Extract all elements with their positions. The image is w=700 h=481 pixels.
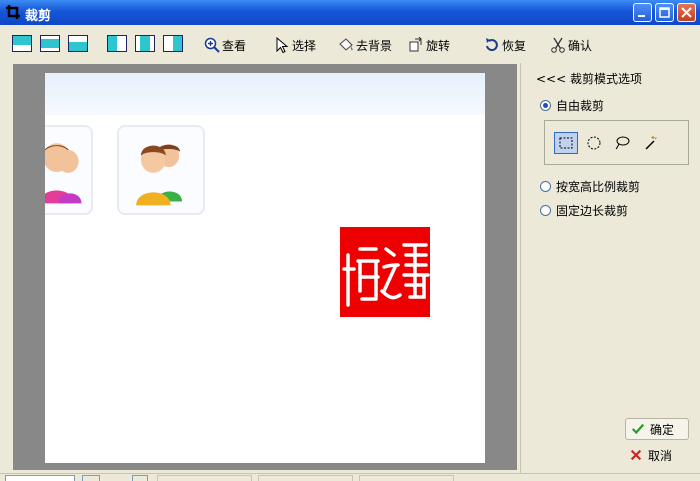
checkmark-icon bbox=[631, 423, 645, 435]
option-fixed-size-crop[interactable]: 固定边长裁剪 bbox=[540, 202, 628, 219]
magic-wand-icon bbox=[645, 136, 657, 150]
ok-label: 确定 bbox=[650, 422, 675, 437]
image-header-strip bbox=[45, 73, 485, 115]
option-aspect-ratio-crop[interactable]: 按宽高比例裁剪 bbox=[540, 178, 640, 195]
selection-tools bbox=[544, 120, 689, 165]
radio-unselected-icon[interactable] bbox=[540, 181, 551, 192]
rotate-button[interactable]: 旋转 bbox=[408, 36, 450, 54]
option-fixed-size-label: 固定边长裁剪 bbox=[556, 204, 629, 218]
cancel-x-icon bbox=[630, 449, 642, 461]
toolbar: 查看 选择 去背景 旋转 恢复 确认 bbox=[0, 25, 700, 64]
option-free-crop[interactable]: 自由裁剪 bbox=[540, 97, 604, 114]
rotate-label: 旋转 bbox=[426, 38, 451, 53]
status-section-3 bbox=[359, 475, 454, 481]
user-group-icon bbox=[136, 144, 182, 206]
layout-center-icon[interactable] bbox=[135, 35, 155, 52]
close-icon bbox=[681, 7, 692, 18]
radio-unselected-icon[interactable] bbox=[540, 205, 551, 216]
status-section-1 bbox=[157, 475, 252, 481]
crop-icon bbox=[6, 5, 20, 19]
collapse-arrows-icon: <<< bbox=[536, 72, 567, 86]
fit-button[interactable] bbox=[82, 475, 100, 481]
ellipse-select-icon bbox=[587, 136, 601, 150]
undo-icon bbox=[486, 38, 498, 52]
lasso-tool[interactable] bbox=[610, 132, 634, 154]
zoom-icon bbox=[204, 37, 220, 53]
avatar-image-left bbox=[45, 125, 93, 215]
confirm-button[interactable]: 确认 bbox=[550, 36, 592, 54]
confirm-label: 确认 bbox=[568, 38, 593, 53]
layout-right-icon[interactable] bbox=[163, 35, 183, 52]
view-label: 查看 bbox=[222, 38, 247, 53]
user-group-icon bbox=[45, 143, 82, 204]
layout-middle-icon[interactable] bbox=[40, 35, 60, 52]
option-free-crop-label: 自由裁剪 bbox=[556, 99, 605, 113]
minimize-button[interactable] bbox=[633, 3, 652, 22]
layout-bottom-icon[interactable] bbox=[68, 35, 88, 52]
actual-size-button[interactable] bbox=[132, 475, 148, 481]
lasso-icon bbox=[615, 136, 630, 150]
ok-button[interactable]: 确定 bbox=[625, 418, 689, 440]
rotate-icon bbox=[409, 37, 422, 52]
zoom-combo[interactable] bbox=[5, 475, 75, 481]
maximize-icon bbox=[659, 7, 670, 18]
maximize-button[interactable] bbox=[655, 3, 674, 22]
status-section-2 bbox=[258, 475, 353, 481]
panel-title-label: 裁剪模式选项 bbox=[570, 72, 643, 86]
restore-button[interactable]: 恢复 bbox=[484, 36, 526, 54]
cursor-icon bbox=[276, 37, 289, 53]
option-aspect-ratio-label: 按宽高比例裁剪 bbox=[556, 180, 641, 194]
image-canvas[interactable] bbox=[45, 73, 485, 463]
rect-select-tool[interactable] bbox=[554, 132, 578, 154]
avatar-image-right bbox=[117, 125, 205, 215]
view-button[interactable]: 查看 bbox=[204, 36, 246, 54]
ellipse-select-tool[interactable] bbox=[582, 132, 606, 154]
seal-calligraphy bbox=[342, 243, 430, 307]
magic-wand-tool[interactable] bbox=[638, 132, 662, 154]
paint-bucket-icon bbox=[339, 38, 353, 51]
select-label: 选择 bbox=[292, 38, 317, 53]
remove-background-button[interactable]: 去背景 bbox=[338, 36, 392, 54]
crop-options-panel: <<< 裁剪模式选项 自由裁剪 按宽高比例裁剪 固定边长裁剪 确定 取消 bbox=[520, 63, 700, 473]
panel-title[interactable]: <<< 裁剪模式选项 bbox=[536, 70, 642, 87]
restore-label: 恢复 bbox=[502, 38, 527, 53]
radio-selected-icon[interactable] bbox=[540, 100, 551, 111]
window-title: 裁剪 bbox=[25, 9, 52, 24]
select-button[interactable]: 选择 bbox=[274, 36, 316, 54]
layout-top-icon[interactable] bbox=[12, 35, 32, 52]
cancel-label: 取消 bbox=[648, 448, 673, 463]
minimize-icon bbox=[638, 15, 645, 17]
remove-background-label: 去背景 bbox=[356, 38, 393, 53]
rect-select-icon bbox=[559, 137, 573, 149]
layout-left-icon[interactable] bbox=[107, 35, 127, 52]
close-button[interactable] bbox=[677, 3, 696, 22]
cancel-button[interactable]: 取消 bbox=[629, 445, 693, 465]
seal-stamp bbox=[340, 227, 430, 317]
title-bar: 裁剪 bbox=[0, 0, 700, 25]
scissors-icon bbox=[551, 37, 565, 53]
